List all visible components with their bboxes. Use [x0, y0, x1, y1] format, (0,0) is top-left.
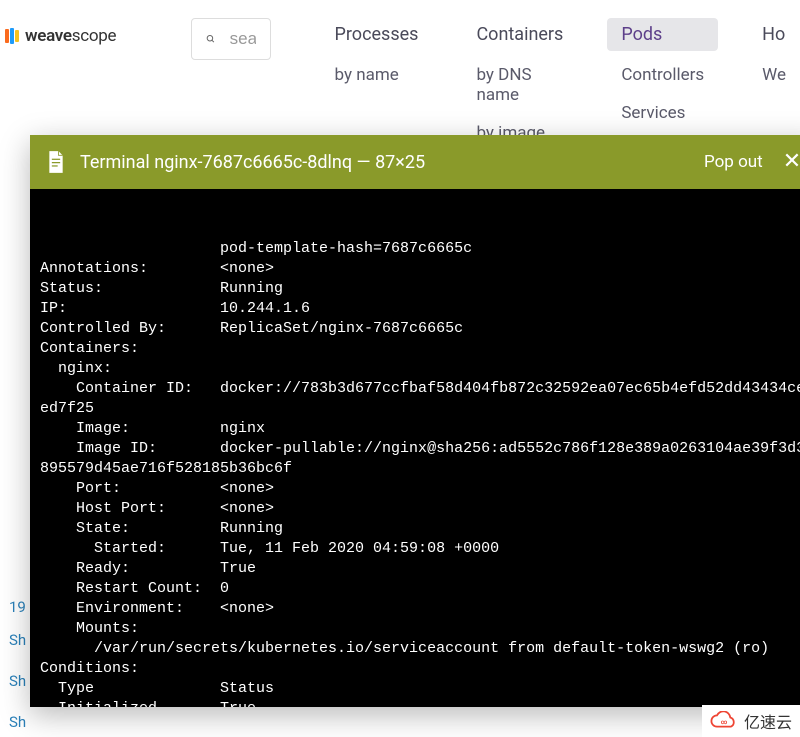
- popout-button[interactable]: Pop out: [704, 152, 763, 172]
- terminal-header: Terminal nginx-7687c6665c-8dlnq — 87×25 …: [30, 135, 800, 189]
- search-icon: [206, 30, 215, 48]
- terminal-line: pod-template-hash=7687c6665c: [40, 239, 800, 259]
- subnav-services[interactable]: Services: [607, 99, 718, 127]
- terminal-panel: Terminal nginx-7687c6665c-8dlnq — 87×25 …: [30, 135, 800, 707]
- terminal-line: nginx:: [40, 359, 800, 379]
- app-header: weavescope Processes by name Containers …: [0, 0, 800, 147]
- terminal-body[interactable]: pod-template-hash=7687c6665cAnnotations:…: [30, 189, 800, 707]
- terminal-line: /var/run/secrets/kubernetes.io/serviceac…: [40, 639, 800, 659]
- subnav-partial[interactable]: We: [748, 61, 800, 89]
- terminal-line: Conditions:: [40, 659, 800, 679]
- watermark: ∞ 亿速云: [702, 705, 800, 737]
- main-nav: Processes by name Containers by DNS name…: [321, 18, 800, 147]
- terminal-line: Image: nginx: [40, 419, 800, 439]
- tab-containers[interactable]: Containers: [462, 18, 577, 51]
- subnav-controllers[interactable]: Controllers: [607, 61, 718, 89]
- terminal-line: Restart Count: 0: [40, 579, 800, 599]
- subnav-by-dns-name[interactable]: by DNS name: [462, 61, 577, 109]
- document-icon: [46, 151, 66, 173]
- cloud-icon: ∞: [710, 711, 738, 731]
- terminal-line: Started: Tue, 11 Feb 2020 04:59:08 +0000: [40, 539, 800, 559]
- svg-text:∞: ∞: [721, 718, 728, 726]
- terminal-line: Container ID: docker://783b3d677ccfbaf58…: [40, 379, 800, 399]
- weave-logo-icon: [5, 28, 21, 44]
- logo-text-light: scope: [72, 26, 116, 46]
- logo: weavescope: [5, 18, 116, 46]
- terminal-line: 895579d45ae716f528185b36bc6f: [40, 459, 800, 479]
- terminal-line: State: Running: [40, 519, 800, 539]
- terminal-line: Initialized True: [40, 699, 800, 707]
- terminal-line: Type Status: [40, 679, 800, 699]
- terminal-line: Environment: <none>: [40, 599, 800, 619]
- bg-text-2: Sh: [9, 631, 26, 649]
- terminal-overlay: Terminal nginx-7687c6665c-8dlnq — 87×25 …: [30, 135, 800, 707]
- logo-text-bold: weave: [25, 26, 72, 46]
- tab-pods[interactable]: Pods: [607, 18, 718, 51]
- terminal-line: Port: <none>: [40, 479, 800, 499]
- terminal-line: ed7f25: [40, 399, 800, 419]
- close-icon[interactable]: ✕: [777, 151, 800, 173]
- terminal-line: Host Port: <none>: [40, 499, 800, 519]
- terminal-line: Status: Running: [40, 279, 800, 299]
- search-box[interactable]: [191, 18, 270, 60]
- tab-hosts-partial[interactable]: Ho: [748, 18, 800, 51]
- subnav-by-name[interactable]: by name: [321, 61, 433, 89]
- terminal-line: Ready: True: [40, 559, 800, 579]
- bg-text-1: 19: [9, 598, 26, 616]
- bg-text-4: Sh: [9, 713, 26, 731]
- terminal-title: Terminal nginx-7687c6665c-8dlnq — 87×25: [80, 152, 690, 173]
- terminal-line: Containers:: [40, 339, 800, 359]
- terminal-line: Mounts:: [40, 619, 800, 639]
- bg-text-3: Sh: [9, 672, 26, 690]
- tab-processes[interactable]: Processes: [321, 18, 433, 51]
- watermark-text: 亿速云: [744, 709, 792, 733]
- terminal-line: IP: 10.244.1.6: [40, 299, 800, 319]
- terminal-line: Controlled By: ReplicaSet/nginx-7687c666…: [40, 319, 800, 339]
- terminal-line: Annotations: <none>: [40, 259, 800, 279]
- terminal-line: Image ID: docker-pullable://nginx@sha256…: [40, 439, 800, 459]
- search-input[interactable]: [230, 29, 256, 49]
